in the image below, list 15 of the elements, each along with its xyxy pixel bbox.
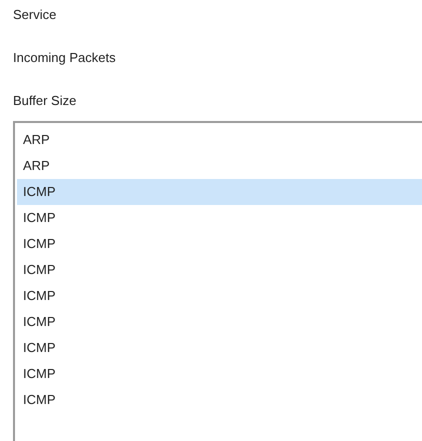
list-item[interactable]: ICMP: [17, 205, 422, 231]
list-item[interactable]: ICMP: [17, 231, 422, 257]
field-label: Buffer Size: [13, 92, 76, 110]
list-item[interactable]: ICMP: [17, 179, 422, 205]
list-item[interactable]: ICMP: [17, 361, 422, 387]
list-item[interactable]: ICMP: [17, 283, 422, 309]
list-item[interactable]: ICMP: [17, 335, 422, 361]
list-item[interactable]: ICMP: [17, 257, 422, 283]
list-item[interactable]: ICMP: [17, 387, 422, 413]
list-item[interactable]: ARP: [17, 153, 422, 179]
list-box[interactable]: ARP ARP ICMP ICMP ICMP ICMP ICMP ICMP ICMP ICMP ICMP: [13, 121, 422, 441]
list-item[interactable]: ARP: [17, 127, 422, 153]
list-item[interactable]: ICMP: [17, 309, 422, 335]
field-label: Incoming Packets: [13, 49, 116, 67]
field-label: Service: [13, 6, 56, 24]
